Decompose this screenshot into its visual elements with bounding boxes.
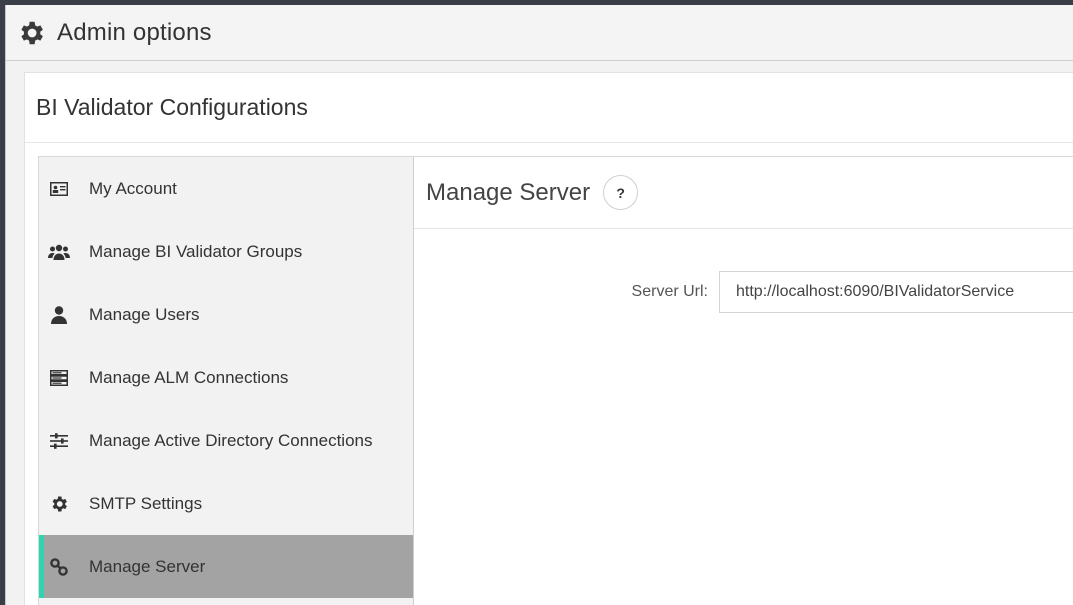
sidebar-item-label: Manage Users	[89, 304, 200, 324]
settings-sidebar: My Account Manage BI Validator Groups Ma…	[38, 156, 414, 605]
id-card-icon	[47, 177, 71, 201]
panel-header: BI Validator Configurations	[25, 73, 1073, 143]
sidebar-item-my-account[interactable]: My Account	[39, 157, 413, 220]
content-header: Manage Server ?	[414, 157, 1073, 229]
users-group-icon	[47, 240, 71, 264]
window-title: Admin options	[57, 18, 212, 46]
sidebar-item-label: My Account	[89, 178, 177, 198]
server-url-input[interactable]	[719, 271, 1073, 313]
panel-heading: BI Validator Configurations	[36, 94, 308, 120]
configurations-panel: BI Validator Configurations My Account M…	[24, 72, 1073, 605]
gear-icon	[47, 492, 71, 516]
sidebar-item-label: Manage Server	[89, 556, 206, 576]
sidebar-item-manage-server[interactable]: Manage Server	[39, 535, 413, 598]
sidebar-item-manage-groups[interactable]: Manage BI Validator Groups	[39, 220, 413, 283]
server-url-row: Server Url:	[414, 271, 1073, 313]
sliders-icon	[47, 429, 71, 453]
sidebar-item-smtp-settings[interactable]: SMTP Settings	[39, 472, 413, 535]
content-title: Manage Server	[426, 178, 591, 206]
server-stack-icon	[47, 366, 71, 390]
gear-icon	[15, 17, 47, 49]
help-button[interactable]: ?	[603, 175, 639, 210]
sidebar-item-manage-alm[interactable]: Manage ALM Connections	[39, 346, 413, 409]
sidebar-item-manage-users[interactable]: Manage Users	[39, 283, 413, 346]
sidebar-item-label: Manage BI Validator Groups	[89, 241, 303, 261]
sidebar-item-manage-ad[interactable]: Manage Active Directory Connections	[39, 409, 413, 472]
user-icon	[47, 303, 71, 327]
sidebar-item-label: Manage ALM Connections	[89, 367, 289, 387]
sidebar-item-label: SMTP Settings	[89, 493, 203, 513]
sidebar-item-label: Manage Active Directory Connections	[89, 430, 373, 450]
manage-server-content: Manage Server ? Server Url:	[414, 156, 1073, 605]
server-url-label: Server Url:	[631, 283, 708, 300]
admin-options-window: Admin options BI Validator Configuration…	[5, 5, 1073, 605]
link-icon	[47, 555, 71, 579]
title-bar: Admin options	[6, 5, 1073, 61]
